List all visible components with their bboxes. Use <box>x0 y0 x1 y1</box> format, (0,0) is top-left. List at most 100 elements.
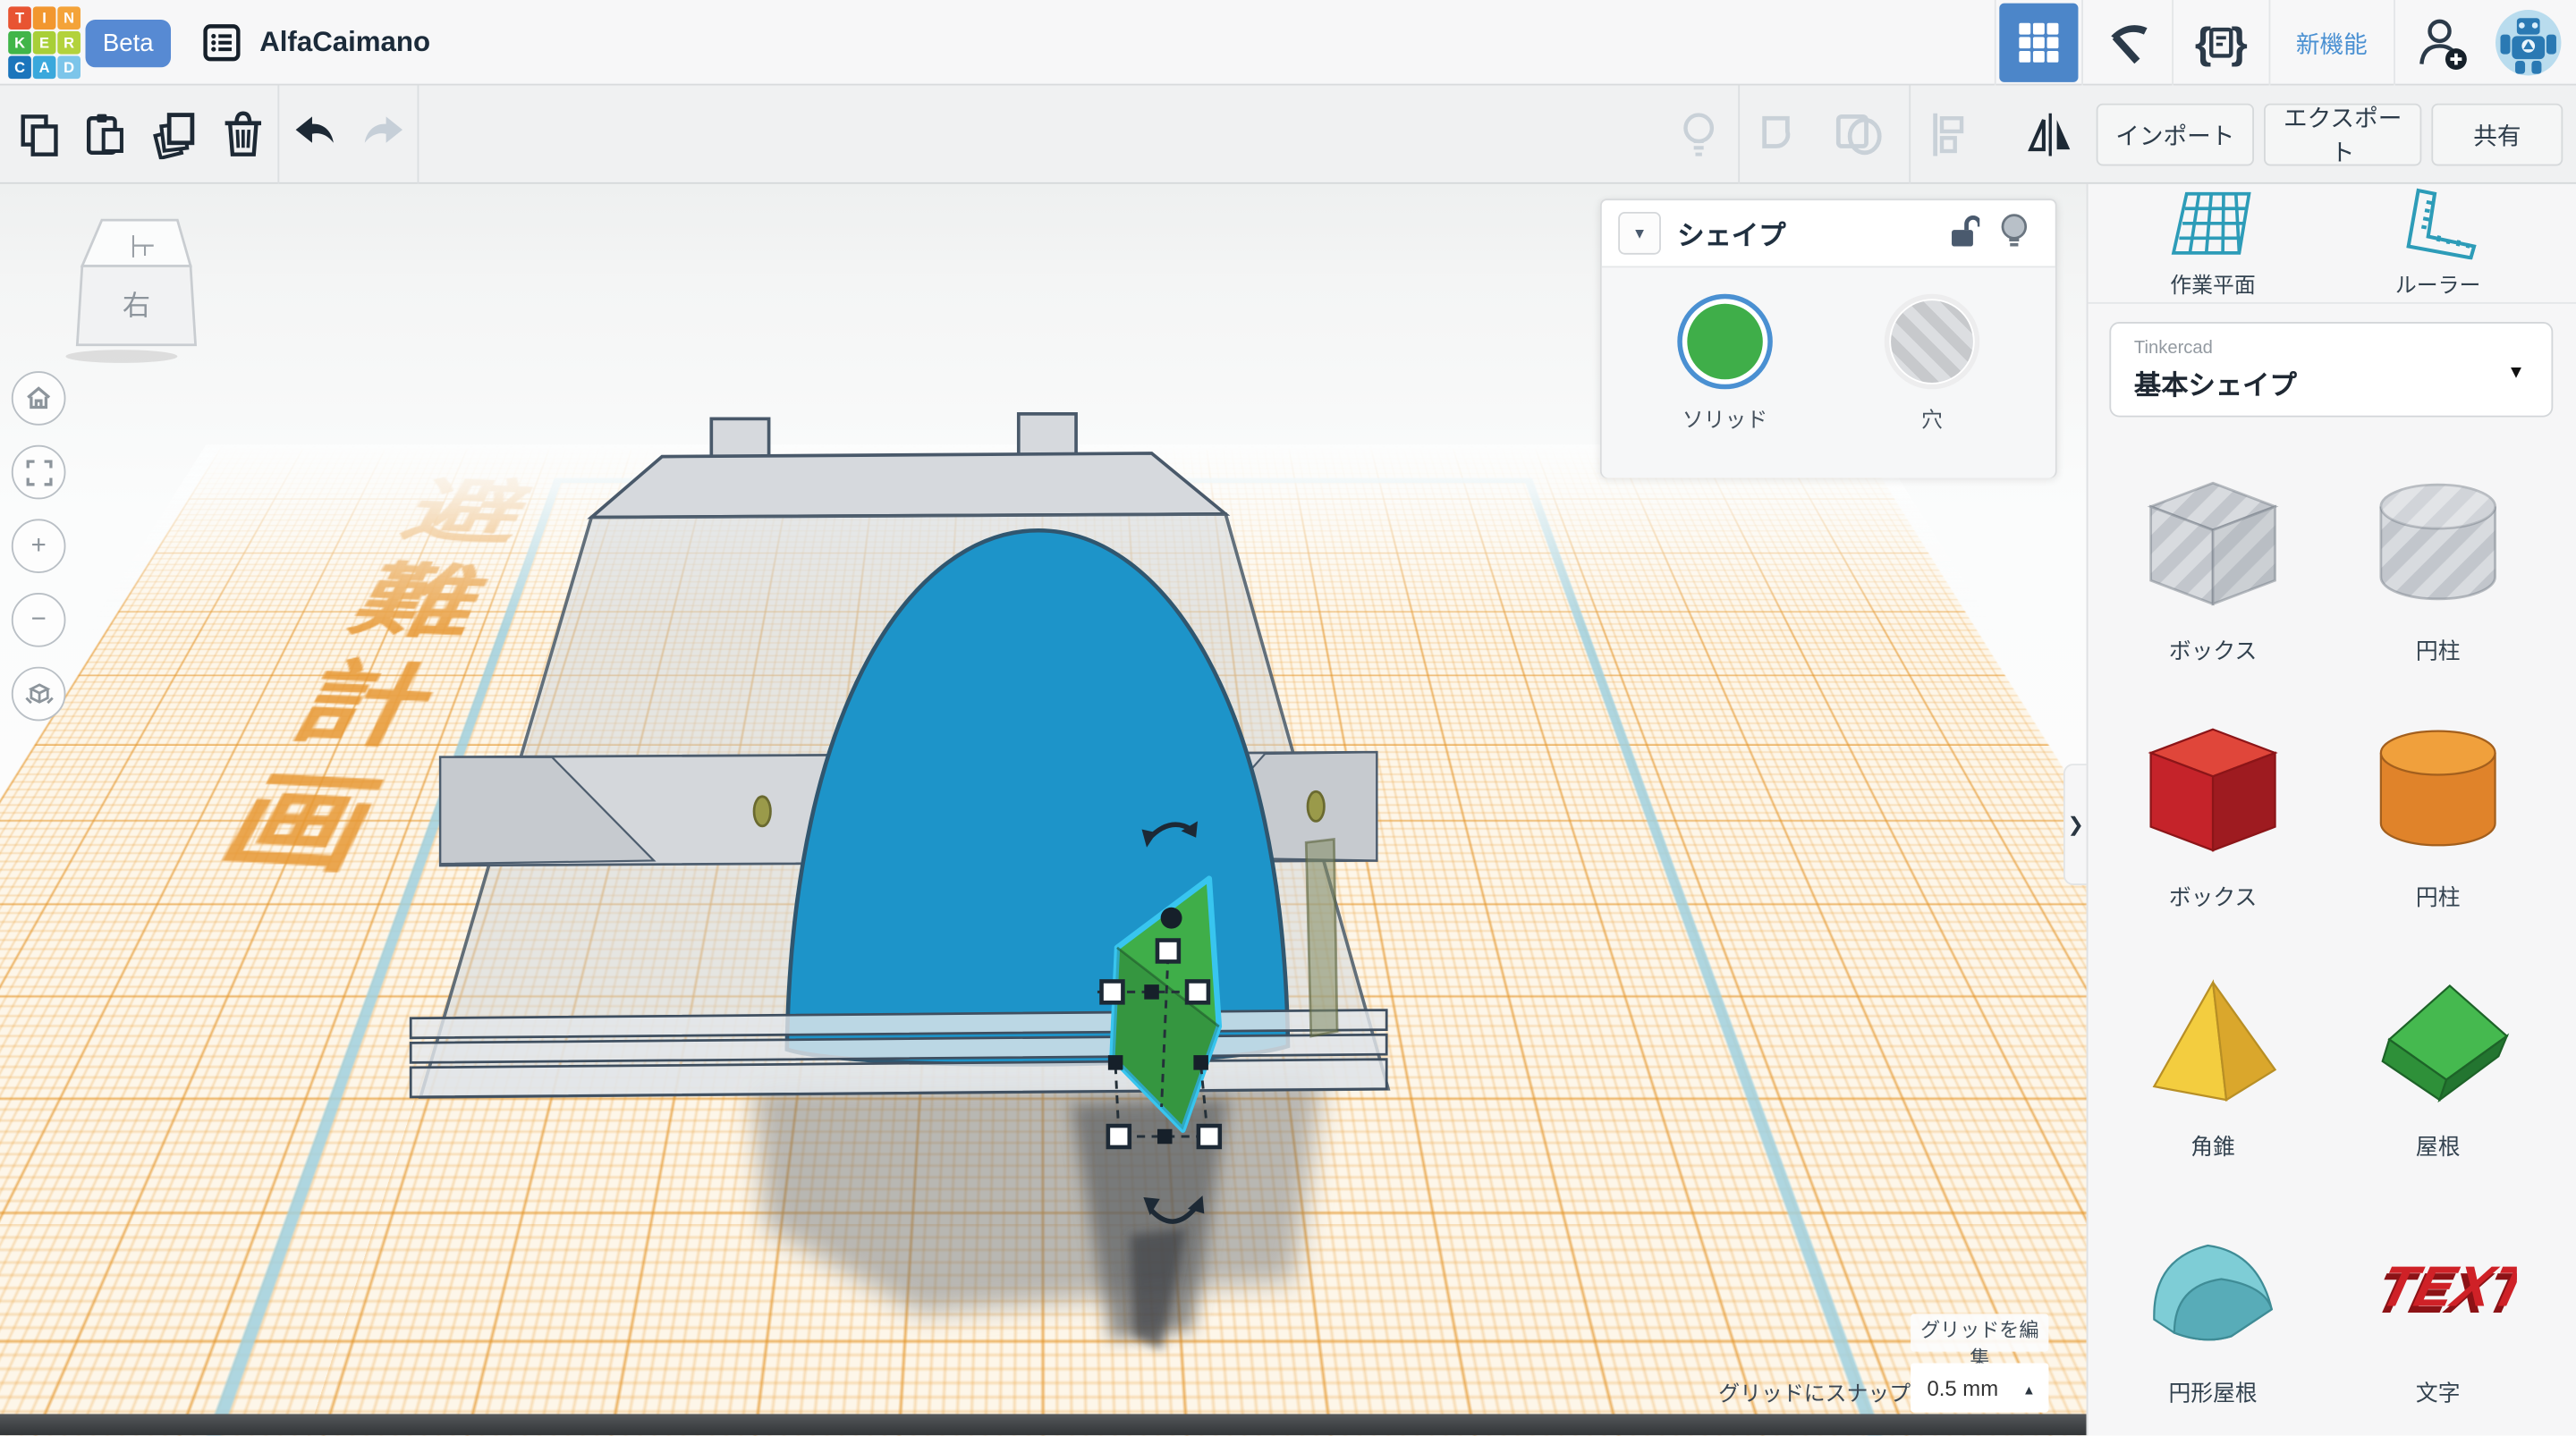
snap-grid-select[interactable]: 0.5 mm ▲ <box>1911 1363 2049 1413</box>
import-button[interactable]: インポート <box>2096 103 2254 166</box>
hole-label: 穴 <box>1921 407 1943 433</box>
inspector-body: ソリッド 穴 <box>1601 267 2055 478</box>
shape-label: ボックス <box>2168 638 2258 664</box>
shape-label: 角錐 <box>2190 1135 2235 1160</box>
delete-button[interactable] <box>210 102 275 167</box>
zoom-in-button[interactable]: + <box>11 519 66 574</box>
show-all-button-disabled[interactable] <box>1665 102 1731 167</box>
logo-tile: C <box>8 55 31 80</box>
divider <box>417 85 419 184</box>
edit-grid-button[interactable]: グリッドを編集 <box>1911 1314 2049 1370</box>
shape-item-roof[interactable]: 屋根 <box>2338 969 2538 1161</box>
inspector-header: ▼ シェイプ <box>1601 200 2055 268</box>
shape-item-text[interactable]: TEXT TEXT 文字 <box>2338 1215 2540 1407</box>
shape-label: 円形屋根 <box>2168 1381 2258 1406</box>
hole-swatch[interactable] <box>1884 293 1980 390</box>
shape-label: 屋根 <box>2415 1135 2461 1160</box>
caret-down-icon: ▼ <box>2507 362 2526 383</box>
shape-item-cylinder-solid[interactable]: 円柱 <box>2338 719 2538 911</box>
group-button-disabled[interactable] <box>1751 102 1817 167</box>
svg-text:}: } <box>2230 20 2247 67</box>
share-button[interactable]: 共有 <box>2431 103 2563 166</box>
view-cube-front-label: 右 <box>123 291 150 322</box>
ruler-tool[interactable]: ルーラー <box>2340 187 2537 299</box>
unlock-icon[interactable] <box>1937 213 1990 254</box>
copy-button[interactable] <box>6 102 72 167</box>
home-view-button[interactable] <box>11 371 66 426</box>
shape-item-pyramid[interactable]: 角錐 <box>2113 969 2313 1161</box>
align-button-disabled[interactable] <box>1916 102 1981 167</box>
undo-button[interactable] <box>281 102 346 167</box>
shape-label: ボックス <box>2168 884 2258 910</box>
shape-label: 文字 <box>2415 1381 2461 1406</box>
logo-tile: E <box>32 30 56 55</box>
car-hinge-right <box>1306 790 1326 823</box>
divider <box>2088 301 2576 304</box>
paste-button[interactable] <box>72 102 138 167</box>
svg-text:TEXT: TEXT <box>2374 1254 2517 1318</box>
shape-item-box-hole[interactable]: ボックス <box>2113 473 2313 665</box>
snap-grid-value: 0.5 mm <box>1927 1375 1999 1400</box>
sidebar-tools-row: 作業平面 ルーラー <box>2088 184 2576 302</box>
fit-view-button[interactable] <box>11 444 66 500</box>
inspector-title: シェイプ <box>1677 221 1786 252</box>
view-controls: + − <box>11 371 67 740</box>
caret-up-icon: ▲ <box>2022 1382 2036 1398</box>
logo-tile: A <box>32 55 56 80</box>
design-title: AlfaCaimano <box>259 26 431 58</box>
top-bar: T I N K E R C A D Beta AlfaCaimano {} 新… <box>0 0 2576 86</box>
height-handle-dot[interactable] <box>1160 907 1182 929</box>
logo-tile: K <box>8 30 31 55</box>
car-shadow <box>752 1070 1325 1314</box>
solid-swatch-selected[interactable] <box>1677 293 1773 390</box>
shape-inspector-panel: ▼ シェイプ ソリッド 穴 <box>1599 199 2057 478</box>
duplicate-button[interactable] <box>141 102 207 167</box>
blocks-view-button-active[interactable] <box>1998 3 2078 82</box>
lightbulb-icon[interactable] <box>1989 211 2038 256</box>
solid-label: ソリッド <box>1682 407 1768 433</box>
car-roof-panel[interactable] <box>587 452 1231 519</box>
tinkercad-logo[interactable]: T I N K E R C A D <box>8 6 80 80</box>
car-right-edge-detail <box>1304 838 1339 1038</box>
hole-material-option: 穴 <box>1842 293 2022 434</box>
divider <box>1993 0 1996 86</box>
shape-item-cylinder-hole[interactable]: 円柱 <box>2338 473 2538 665</box>
logo-tile: I <box>32 6 56 30</box>
action-toolbar: インポート エクスポート 共有 <box>0 85 2576 184</box>
mirror-button[interactable] <box>2018 102 2083 167</box>
new-features-link[interactable]: 新機能 <box>2269 0 2394 86</box>
logo-tile: D <box>57 55 80 80</box>
library-brand: Tinkercad <box>2133 337 2213 358</box>
workplane-tool[interactable]: 作業平面 <box>2114 187 2311 299</box>
perspective-toggle-button[interactable] <box>11 666 66 722</box>
codeblocks-icon[interactable]: {} <box>2173 0 2268 86</box>
redo-button-disabled[interactable] <box>352 102 417 167</box>
ungroup-button-disabled[interactable] <box>1826 102 1892 167</box>
tinkercad-app: T I N K E R C A D Beta AlfaCaimano {} 新… <box>0 0 2576 1436</box>
zoom-out-button[interactable]: − <box>11 593 66 647</box>
shapes-sidebar: 作業平面 ルーラー Tinkercad 基本シェイプ ▼ ボックス 円柱 ボック… <box>2086 183 2576 1436</box>
top-bar-right: {} 新機能 <box>1993 0 2576 86</box>
shape-library-select[interactable]: Tinkercad 基本シェイプ ▼ <box>2109 321 2554 418</box>
minecraft-pickaxe-icon[interactable] <box>2082 0 2171 86</box>
snap-to-grid-label: グリッドにスナップ <box>1718 1381 1911 1406</box>
invite-user-icon[interactable] <box>2395 0 2491 86</box>
divider <box>1738 85 1741 184</box>
view-cube-top-label: 上 <box>128 234 156 259</box>
svg-text:{: { <box>2194 20 2211 67</box>
logo-tile: R <box>57 30 80 55</box>
workplane-tool-label: 作業平面 <box>2170 272 2256 298</box>
design-list-icon[interactable] <box>202 23 242 63</box>
sidebar-collapse-tab[interactable]: ❯ <box>2063 764 2087 885</box>
shape-item-box-solid[interactable]: ボックス <box>2113 719 2313 911</box>
ruler-tool-label: ルーラー <box>2394 272 2481 298</box>
viewport-3d[interactable]: 避難計画 上 右 + − ▼ シェイプ ソリッド 穴 グリッドを編集 グリッドに… <box>0 183 2087 1436</box>
solid-material-option: ソリッド <box>1635 293 1816 434</box>
export-button[interactable]: エクスポート <box>2264 103 2422 167</box>
view-cube[interactable]: 上 右 <box>39 200 198 365</box>
beta-button[interactable]: Beta <box>85 20 172 68</box>
collapse-panel-button[interactable]: ▼ <box>1618 211 1661 255</box>
shape-item-round-roof[interactable]: 円形屋根 <box>2113 1215 2313 1407</box>
avatar[interactable] <box>2490 0 2576 86</box>
car-model[interactable] <box>409 412 1391 1099</box>
